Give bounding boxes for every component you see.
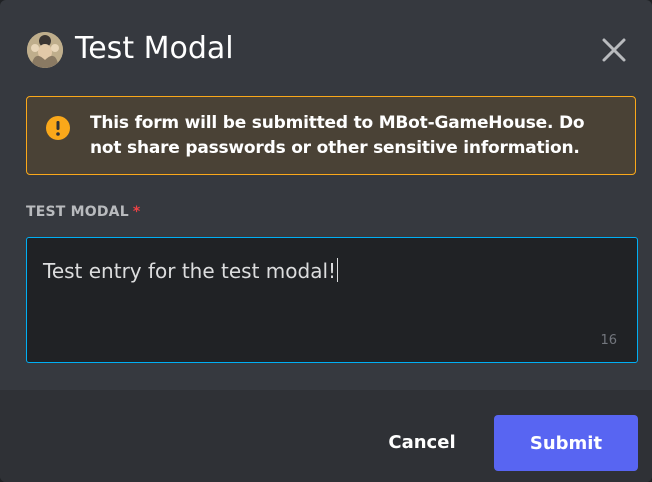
- test-modal-textarea[interactable]: Test entry for the test modal! 16: [26, 237, 638, 363]
- textarea-text: Test entry for the test modal!: [43, 259, 337, 283]
- bot-avatar: [27, 32, 63, 68]
- text-caret: [337, 258, 339, 282]
- warning-text-before: This form will be submitted to: [90, 113, 379, 133]
- close-icon[interactable]: [598, 34, 630, 66]
- field-label: TEST MODAL *: [26, 204, 140, 220]
- modal-footer: Cancel Submit: [0, 390, 652, 482]
- modal-dialog: Test Modal This form will be submitted t…: [0, 0, 652, 482]
- required-mark: *: [132, 204, 141, 220]
- cancel-button[interactable]: Cancel: [374, 418, 470, 466]
- field-label-text: TEST MODAL: [26, 204, 129, 220]
- char-counter: 16: [600, 333, 617, 348]
- exclamation-icon: [40, 110, 76, 146]
- modal-title: Test Modal: [75, 31, 234, 66]
- warning-notice: This form will be submitted to MBot-Game…: [26, 96, 636, 175]
- modal-header: Test Modal: [0, 0, 652, 96]
- textarea-value: Test entry for the test modal!: [43, 257, 339, 285]
- bot-name: MBot-GameHouse: [378, 113, 547, 133]
- submit-button[interactable]: Submit: [494, 415, 638, 471]
- warning-text: This form will be submitted to MBot-Game…: [90, 111, 620, 161]
